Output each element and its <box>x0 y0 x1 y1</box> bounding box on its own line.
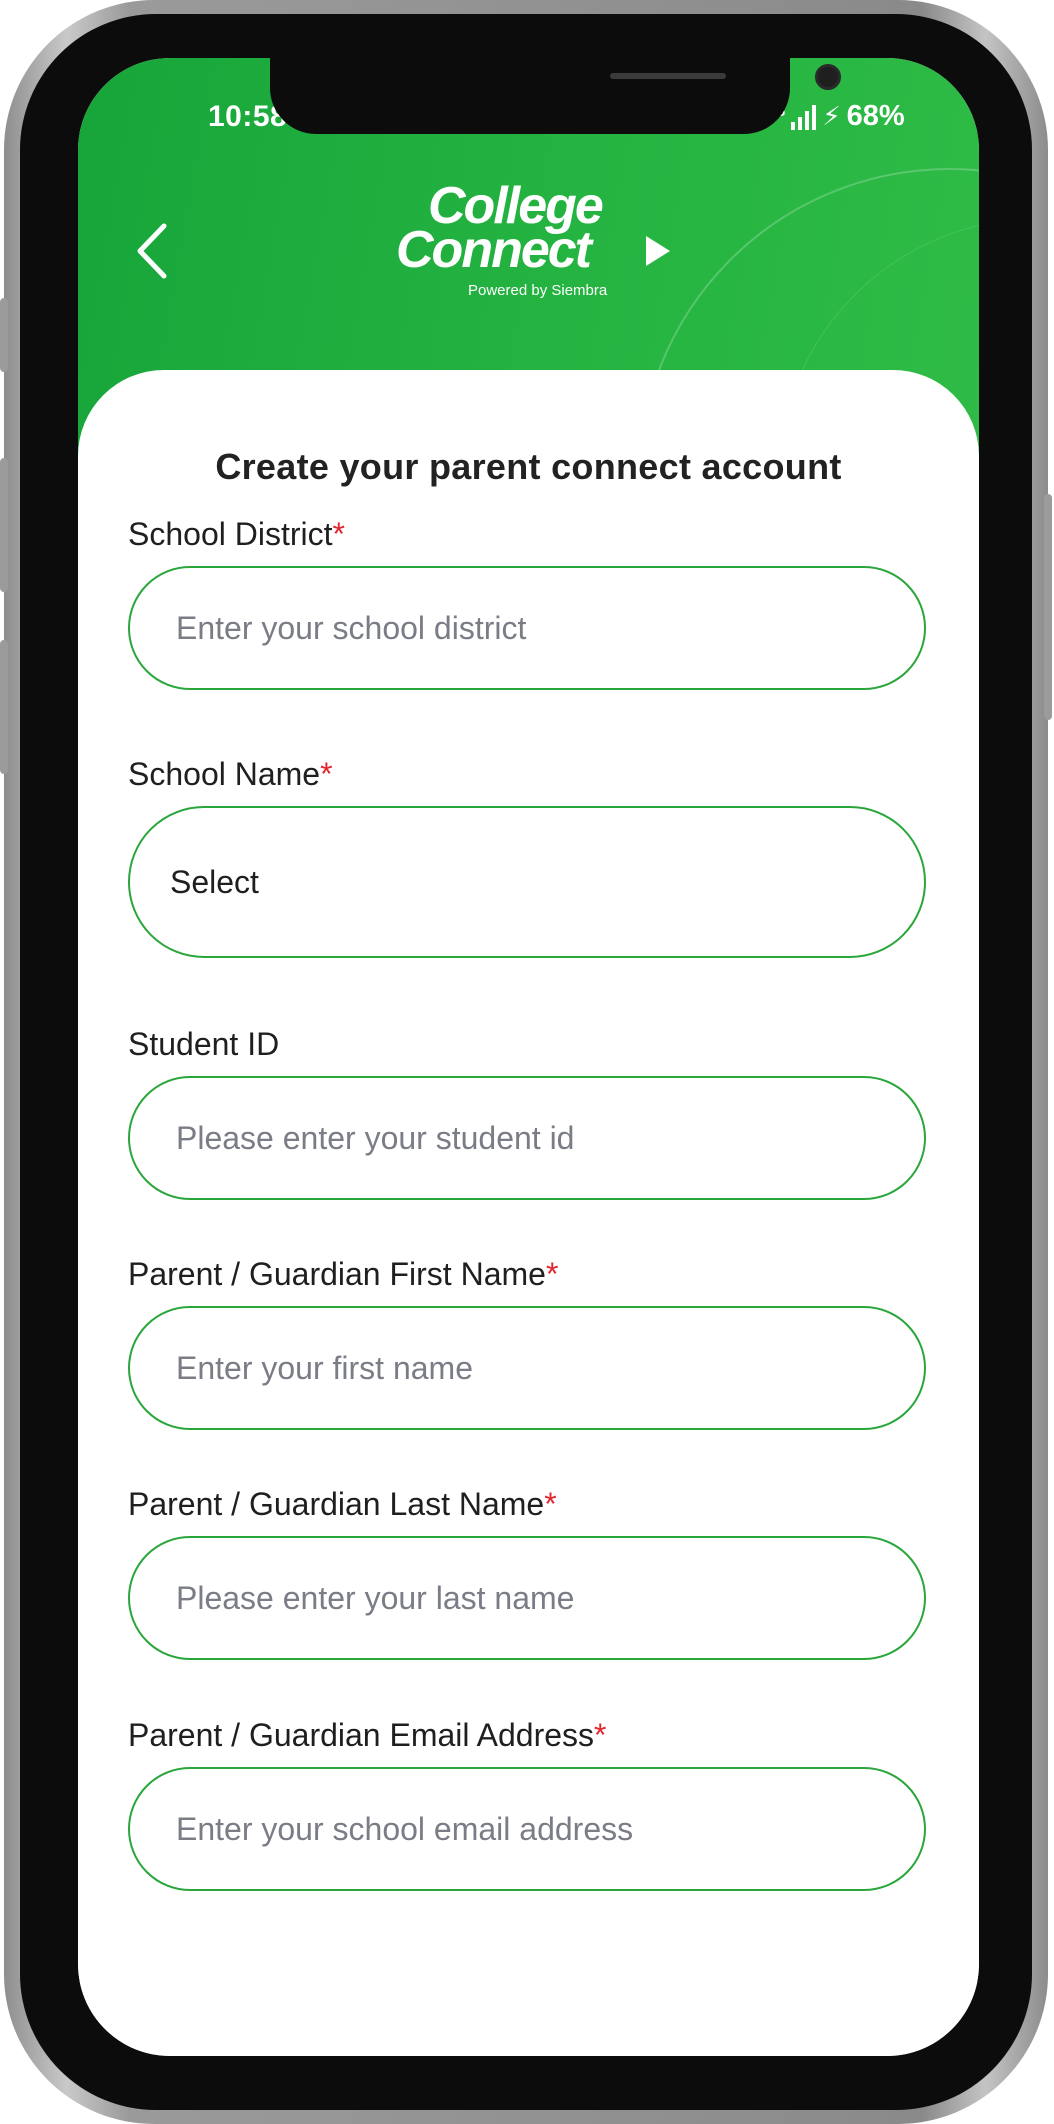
email-label: Parent / Guardian Email Address* <box>128 1717 607 1753</box>
required-marker: * <box>545 1256 559 1292</box>
first-name-label: Parent / Guardian First Name* <box>128 1256 559 1292</box>
volume-up-button <box>0 458 8 592</box>
school-district-input[interactable] <box>128 566 926 690</box>
required-marker: * <box>594 1717 607 1753</box>
page-title: Create your parent connect account <box>215 446 842 487</box>
power-button <box>1044 494 1052 720</box>
status-indicators: 4G ⚡ 68% <box>768 100 905 133</box>
form-card: Create your parent connect account Schoo… <box>78 370 979 2056</box>
front-camera <box>815 64 841 90</box>
logo-line2: Connect <box>396 221 592 279</box>
signal-icon <box>791 104 817 130</box>
chevron-left-icon <box>137 223 167 279</box>
required-marker: * <box>320 756 333 792</box>
back-button[interactable] <box>122 216 182 286</box>
student-id-label: Student ID <box>128 1026 280 1062</box>
mute-switch <box>0 298 8 372</box>
app-screen: 10:58 4G ⚡ 68% College Connect Powered b… <box>78 58 979 2056</box>
last-name-label: Parent / Guardian Last Name* <box>128 1486 557 1522</box>
phone-notch <box>270 58 841 134</box>
speaker-grille <box>610 73 726 79</box>
required-marker: * <box>332 516 345 552</box>
charging-icon: ⚡ <box>822 101 841 131</box>
school-district-label: School District* <box>128 516 345 552</box>
first-name-input[interactable] <box>128 1306 926 1430</box>
college-connect-logo: College Connect Powered by Siembra <box>396 178 686 348</box>
required-marker: * <box>544 1486 557 1522</box>
volume-down-button <box>0 640 8 774</box>
school-name-select-value: Select <box>170 863 259 900</box>
email-input[interactable] <box>128 1767 926 1891</box>
school-name-label: School Name* <box>128 756 333 792</box>
last-name-input[interactable] <box>128 1536 926 1660</box>
student-id-input[interactable] <box>128 1076 926 1200</box>
battery-percent: 68% <box>846 100 905 132</box>
logo-tagline: Powered by Siembra <box>468 282 608 299</box>
school-name-select[interactable]: Select <box>128 806 926 958</box>
play-triangle-icon <box>646 236 670 266</box>
